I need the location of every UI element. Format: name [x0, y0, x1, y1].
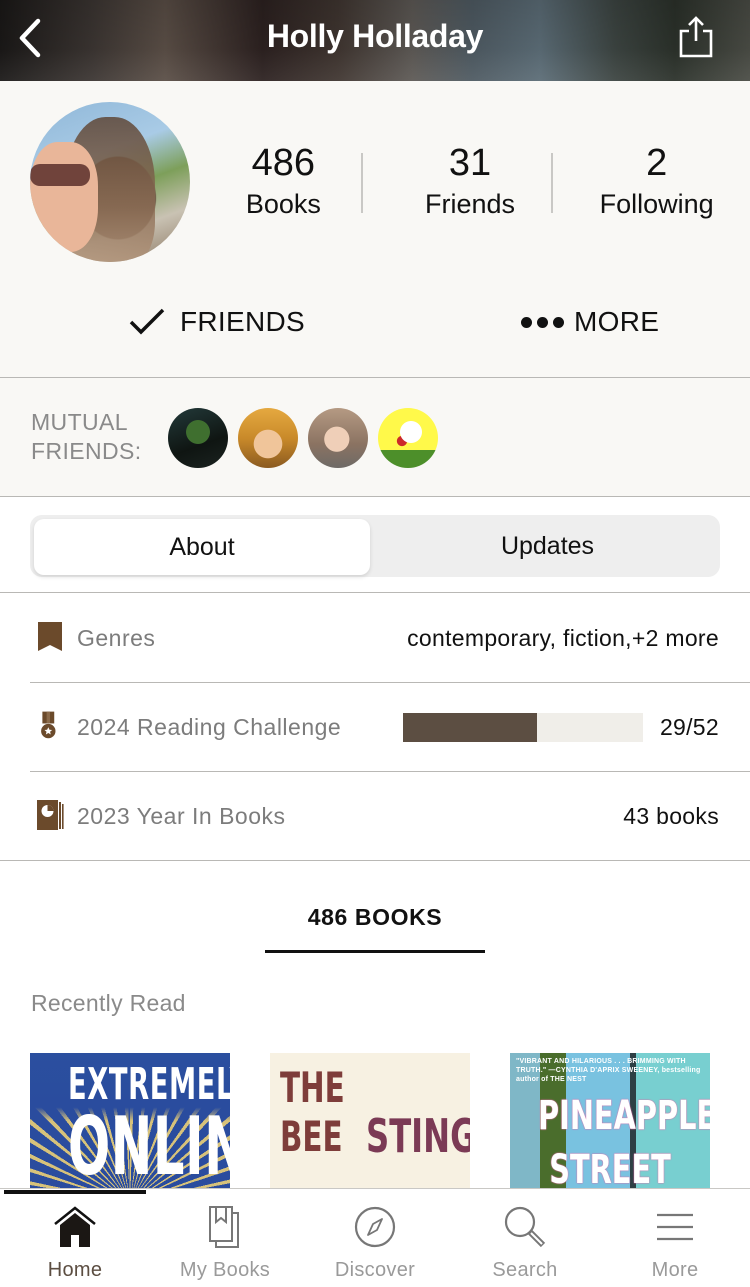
year-in-books-value: 43 books	[623, 803, 719, 829]
books-count-tab-label: 486 BOOKS	[307, 904, 443, 930]
profile-stats: 486 Books 31 Friends 2 Following	[190, 141, 750, 231]
stat-following-label: Following	[599, 189, 714, 219]
tab-more-label: More	[651, 1259, 699, 1281]
mutual-friends-section: MUTUAL FRIENDS:	[0, 378, 750, 497]
segment-section: About Updates	[0, 497, 750, 593]
year-in-books-icon	[37, 800, 64, 830]
stat-divider	[361, 153, 363, 213]
stat-friends-count: 31	[448, 142, 492, 184]
friends-button-label: FRIENDS	[180, 306, 305, 337]
profile-header: 486 Books 31 Friends 2 Following FRIENDS…	[0, 81, 750, 378]
book-cover-title: STREET	[549, 1147, 671, 1189]
book-cover-title: PINEAPPLE	[538, 1093, 710, 1139]
tab-about[interactable]: About	[34, 519, 370, 575]
bookmark-icon	[38, 622, 62, 651]
friends-button[interactable]: FRIENDS	[128, 302, 305, 342]
scroll-indicator	[4, 1190, 146, 1194]
stat-books-label: Books	[245, 189, 321, 219]
book-cover[interactable]: EXTREMELY ONLINE	[30, 1053, 230, 1189]
search-icon	[504, 1206, 546, 1248]
book-cover-blurb: "VIBRANT AND HILARIOUS . . . BRIMMING WI…	[516, 1058, 701, 1083]
stat-friends[interactable]: 31 Friends	[377, 141, 564, 231]
medal-icon	[41, 711, 56, 739]
genres-row[interactable]: Genres contemporary, fiction,+2 more	[0, 594, 750, 683]
more-button-label: MORE	[574, 306, 660, 337]
stat-following-count: 2	[646, 142, 668, 184]
my-books-icon	[209, 1206, 239, 1248]
book-cover-title: STING	[366, 1109, 470, 1163]
progress-fill	[403, 713, 537, 742]
profile-actions: FRIENDS MORE	[0, 296, 750, 346]
year-in-books-row[interactable]: 2023 Year In Books 43 books	[0, 772, 750, 861]
mutual-friends-label: MUTUAL FRIENDS:	[31, 409, 142, 464]
avatar[interactable]	[30, 102, 190, 262]
home-icon	[54, 1206, 96, 1247]
stat-friends-label: Friends	[424, 189, 516, 219]
genres-label: Genres	[77, 625, 156, 651]
tab-home-label: Home	[47, 1259, 103, 1281]
mutual-friend-avatar[interactable]	[168, 408, 228, 468]
share-icon	[679, 16, 713, 58]
stat-books-count: 486	[251, 142, 316, 184]
about-updates-segmented-control: About Updates	[30, 515, 720, 577]
tab-my-books-label: My Books	[179, 1259, 271, 1281]
reading-challenge-progress-bar	[403, 713, 643, 742]
stat-divider	[551, 153, 553, 213]
tab-home[interactable]: Home	[0, 1189, 150, 1287]
more-dots-icon	[521, 316, 564, 328]
mutual-friend-avatar[interactable]	[378, 408, 438, 468]
bottom-tab-bar: Home My Books Discover Search More	[0, 1188, 750, 1287]
stat-following[interactable]: 2 Following	[563, 141, 750, 231]
tab-discover[interactable]: Discover	[300, 1189, 450, 1287]
tab-underline	[265, 950, 485, 953]
tab-my-books[interactable]: My Books	[150, 1189, 300, 1287]
reading-challenge-value: 29/52	[659, 714, 719, 740]
genres-value: contemporary, fiction,+2 more	[407, 625, 719, 651]
stat-books[interactable]: 486 Books	[190, 141, 377, 231]
books-count-tab[interactable]: 486 BOOKS	[265, 880, 485, 953]
tab-search[interactable]: Search	[450, 1189, 600, 1287]
reading-challenge-row[interactable]: 2024 Reading Challenge 29/52	[0, 683, 750, 772]
mutual-friend-avatar[interactable]	[238, 408, 298, 468]
checkmark-icon	[129, 308, 165, 335]
book-cover[interactable]: "VIBRANT AND HILARIOUS . . . BRIMMING WI…	[510, 1053, 710, 1189]
tab-updates[interactable]: Updates	[375, 515, 720, 577]
book-cover-title: ONLINE	[68, 1100, 230, 1189]
more-button[interactable]: MORE	[521, 302, 659, 342]
tab-search-label: Search	[492, 1259, 558, 1281]
mutual-friend-avatar[interactable]	[308, 408, 368, 468]
compass-icon	[354, 1206, 396, 1248]
share-button[interactable]	[678, 14, 714, 60]
divider	[0, 860, 750, 861]
top-navigation-bar: Holly Holladay	[0, 0, 750, 81]
recently-read-heading: Recently Read	[31, 990, 186, 1016]
book-cover[interactable]: THE BEE STING	[270, 1053, 470, 1189]
page-title: Holly Holladay	[266, 18, 484, 54]
menu-icon	[657, 1213, 693, 1241]
tab-discover-label: Discover	[334, 1259, 416, 1281]
reading-challenge-label: 2024 Reading Challenge	[77, 714, 342, 740]
tab-more[interactable]: More	[600, 1189, 750, 1287]
year-in-books-label: 2023 Year In Books	[77, 803, 286, 829]
